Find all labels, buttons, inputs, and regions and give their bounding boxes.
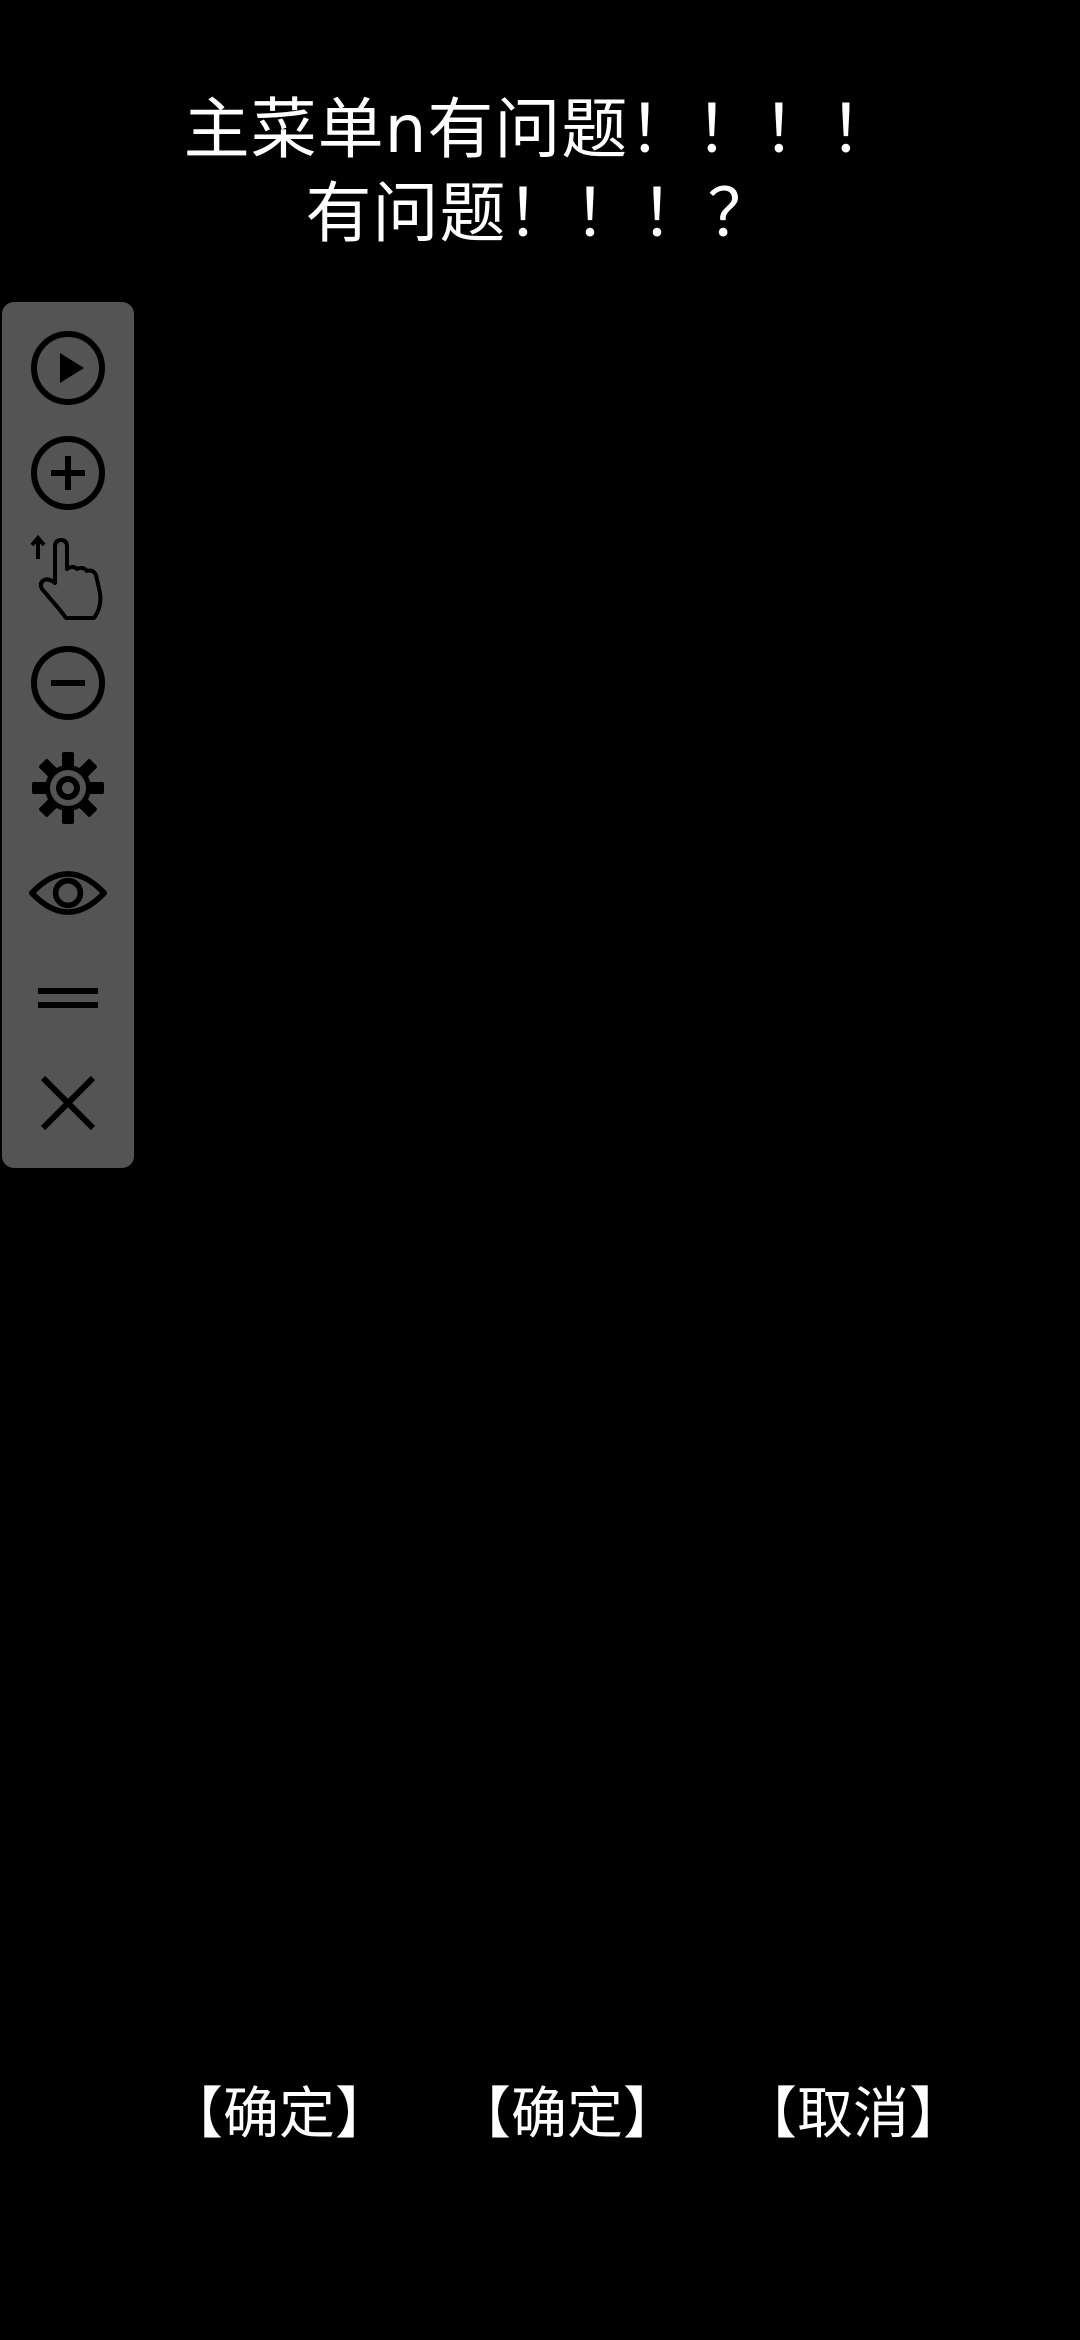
message-line-1: 主菜单n有问题！！！！ [183, 91, 897, 168]
zoom-in-button[interactable] [28, 433, 108, 513]
message-line-2: 有问题！！！？ [305, 175, 775, 252]
swipe-gesture-button[interactable] [28, 534, 108, 620]
minus-circle-icon [31, 646, 105, 720]
drag-handle[interactable] [28, 958, 108, 1038]
floating-toolbar [2, 302, 134, 1168]
drag-handle-icon [38, 988, 98, 1008]
cancel-button[interactable]: 【取消】 [741, 2080, 965, 2150]
eye-icon [28, 871, 108, 915]
confirm-button-2[interactable]: 【确定】 [455, 2080, 679, 2150]
zoom-out-button[interactable] [28, 643, 108, 723]
play-button[interactable] [28, 328, 108, 408]
close-icon [40, 1075, 96, 1131]
dialog-actions: 【确定】 【确定】 【取消】 [0, 2080, 1080, 2150]
play-circle-icon [31, 331, 105, 405]
confirm-button-1[interactable]: 【确定】 [167, 2080, 391, 2150]
dialog-message: 主菜单n有问题！！！！ 有问题！！！？ [0, 88, 1080, 256]
close-toolbar-button[interactable] [28, 1063, 108, 1143]
swipe-up-hand-icon [30, 534, 103, 620]
settings-button[interactable] [28, 748, 108, 828]
visibility-button[interactable] [28, 853, 108, 933]
plus-circle-icon [31, 436, 105, 510]
gear-icon [32, 752, 104, 824]
